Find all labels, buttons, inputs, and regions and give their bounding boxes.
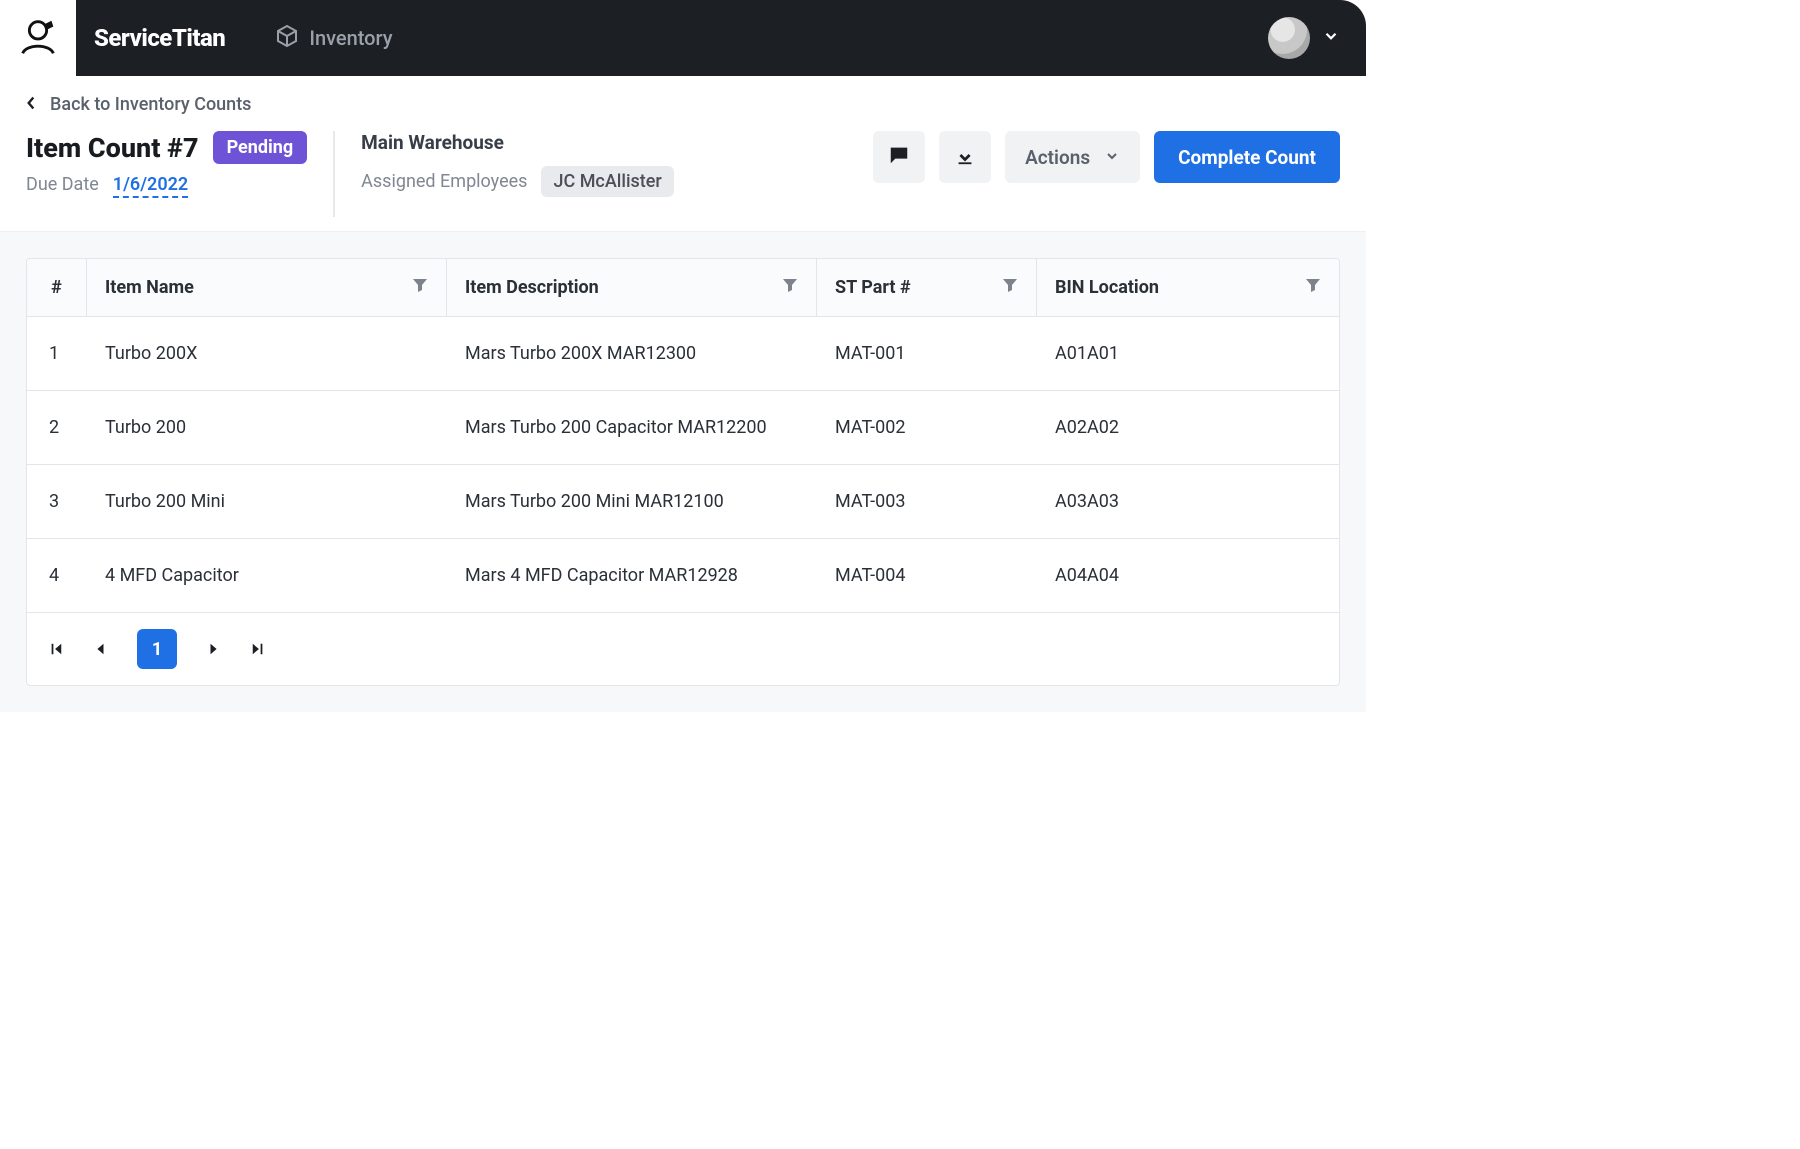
cell-part: MAT-002 <box>817 391 1037 464</box>
cell-num: 3 <box>27 465 87 538</box>
brand-logo <box>0 0 76 76</box>
cell-num: 1 <box>27 317 87 390</box>
assigned-employee-chip: JC McAllister <box>541 166 673 197</box>
box-icon <box>275 24 299 53</box>
col-item-name: Item Name <box>87 259 447 316</box>
cell-bin: A01A01 <box>1037 317 1339 390</box>
title-block: Item Count #7 Pending Due Date 1/6/2022 <box>26 131 307 198</box>
page-prev-button[interactable] <box>93 642 107 656</box>
cell-bin: A03A03 <box>1037 465 1339 538</box>
table-row[interactable]: 2Turbo 200Mars Turbo 200 Capacitor MAR12… <box>27 391 1339 465</box>
back-link[interactable]: Back to Inventory Counts <box>26 94 1340 115</box>
complete-count-label: Complete Count <box>1178 146 1316 169</box>
filter-icon[interactable] <box>1002 277 1018 298</box>
warehouse-block: Main Warehouse Assigned Employees JC McA… <box>361 131 674 197</box>
pager: 1 <box>27 612 1339 685</box>
page-last-button[interactable] <box>251 642 265 656</box>
warehouse-name: Main Warehouse <box>361 131 674 154</box>
col-bin: BIN Location <box>1037 259 1339 316</box>
table-row[interactable]: 3Turbo 200 MiniMars Turbo 200 Mini MAR12… <box>27 465 1339 539</box>
cell-item-name: Turbo 200X <box>87 317 447 390</box>
cell-item-name: Turbo 200 Mini <box>87 465 447 538</box>
items-table: # Item Name Item Description ST Part # B… <box>26 258 1340 686</box>
filter-icon[interactable] <box>782 277 798 298</box>
avatar <box>1268 17 1310 59</box>
filter-icon[interactable] <box>412 277 428 298</box>
chevron-left-icon <box>26 94 36 115</box>
cell-item-name: Turbo 200 <box>87 391 447 464</box>
col-num: # <box>27 259 87 316</box>
due-date-value[interactable]: 1/6/2022 <box>113 174 188 198</box>
table-row[interactable]: 44 MFD CapacitorMars 4 MFD Capacitor MAR… <box>27 539 1339 612</box>
cell-part: MAT-003 <box>817 465 1037 538</box>
col-part: ST Part # <box>817 259 1037 316</box>
complete-count-button[interactable]: Complete Count <box>1154 131 1340 183</box>
divider <box>333 131 335 217</box>
cell-num: 2 <box>27 391 87 464</box>
cell-num: 4 <box>27 539 87 612</box>
actions-label: Actions <box>1025 146 1090 169</box>
cell-item-desc: Mars Turbo 200 Mini MAR12100 <box>447 465 817 538</box>
cell-bin: A02A02 <box>1037 391 1339 464</box>
filter-icon[interactable] <box>1305 277 1321 298</box>
user-menu[interactable] <box>1268 17 1340 59</box>
download-icon <box>954 144 976 170</box>
table-row[interactable]: 1Turbo 200XMars Turbo 200X MAR12300MAT-0… <box>27 317 1339 391</box>
page-title: Item Count #7 <box>26 132 199 164</box>
comments-button[interactable] <box>873 131 925 183</box>
brand-name: ServiceTitan <box>94 24 225 52</box>
chevron-down-icon <box>1322 27 1340 49</box>
cell-item-desc: Mars Turbo 200X MAR12300 <box>447 317 817 390</box>
table-header: # Item Name Item Description ST Part # B… <box>27 259 1339 317</box>
actions-dropdown[interactable]: Actions <box>1005 131 1140 183</box>
topbar: ServiceTitan Inventory <box>0 0 1366 76</box>
cell-item-desc: Mars Turbo 200 Capacitor MAR12200 <box>447 391 817 464</box>
cell-item-desc: Mars 4 MFD Capacitor MAR12928 <box>447 539 817 612</box>
page-number[interactable]: 1 <box>137 629 177 669</box>
download-button[interactable] <box>939 131 991 183</box>
chevron-down-icon <box>1104 146 1120 169</box>
page-next-button[interactable] <box>207 642 221 656</box>
subheader: Back to Inventory Counts Item Count #7 P… <box>0 76 1366 231</box>
page-first-button[interactable] <box>49 642 63 656</box>
cell-part: MAT-001 <box>817 317 1037 390</box>
assigned-label: Assigned Employees <box>361 171 527 192</box>
back-link-label: Back to Inventory Counts <box>50 94 251 115</box>
cell-part: MAT-004 <box>817 539 1037 612</box>
nav-inventory-label: Inventory <box>309 26 392 50</box>
cell-bin: A04A04 <box>1037 539 1339 612</box>
action-cluster: Actions Complete Count <box>873 131 1340 183</box>
chat-icon <box>888 144 910 170</box>
cell-item-name: 4 MFD Capacitor <box>87 539 447 612</box>
status-badge: Pending <box>213 131 308 164</box>
nav-inventory[interactable]: Inventory <box>275 24 392 53</box>
content: # Item Name Item Description ST Part # B… <box>0 231 1366 712</box>
due-date-label: Due Date <box>26 174 99 198</box>
col-item-desc: Item Description <box>447 259 817 316</box>
